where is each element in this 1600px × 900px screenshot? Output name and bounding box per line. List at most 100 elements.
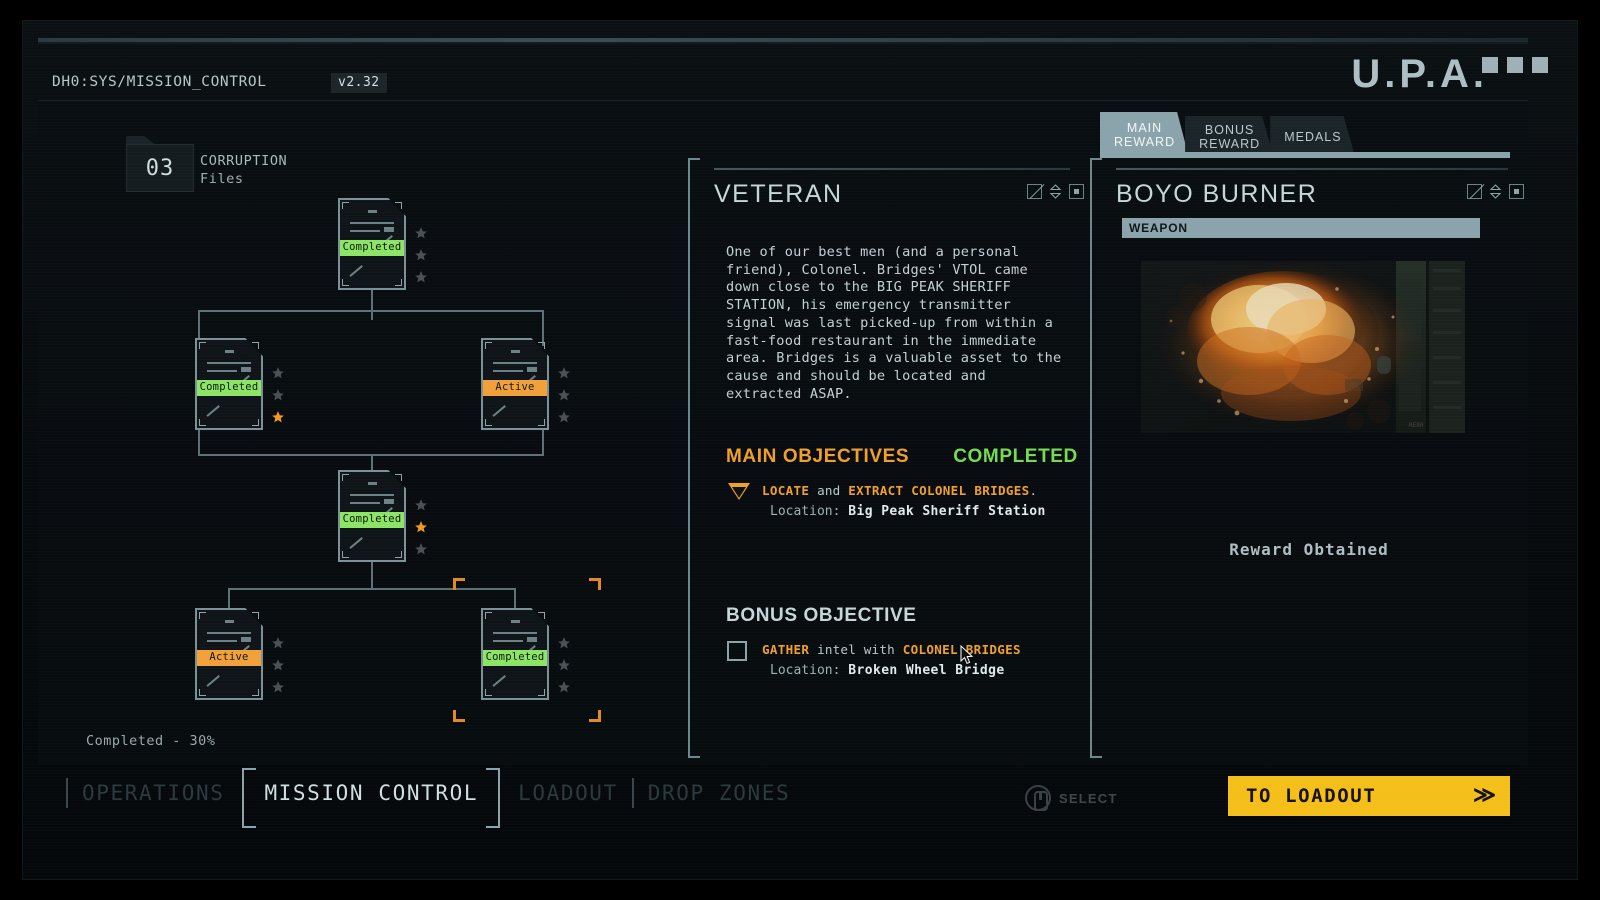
tree-connector [371, 560, 373, 590]
main-objectives-block: MAIN OBJECTIVES COMPLETED LOCATE and EXT… [726, 446, 1086, 519]
reward-category-bar: WEAPON [1122, 218, 1480, 238]
nav-item-mission-control[interactable]: MISSION CONTROL [264, 781, 478, 805]
select-hint-label: SELECT [1059, 790, 1118, 806]
panel-title-rule [714, 168, 1070, 170]
tab-medals-line1: MEDALS [1284, 130, 1342, 144]
objective-marker [726, 640, 752, 662]
mission-detail-panel: VETERAN One of our best men (and a perso… [688, 158, 1088, 758]
panel-window-icons[interactable] [1467, 184, 1524, 199]
version-badge: v2.32 [331, 73, 387, 93]
mission-node-status: Completed [340, 512, 404, 528]
main-objectives-label: MAIN OBJECTIVES [726, 446, 910, 467]
bonus-objective-row: GATHER intel with COLONEL BRIDGES Locati… [726, 640, 1086, 678]
mission-node[interactable]: Active [195, 608, 284, 700]
triangle-down-icon [728, 483, 750, 500]
star-icon [415, 499, 427, 511]
no-image-icon[interactable] [1467, 184, 1482, 199]
reward-preview-image: RE80 [1141, 261, 1465, 433]
star-icon [415, 249, 427, 261]
mission-node-stars [271, 636, 287, 702]
main-objective-row: LOCATE and EXTRACT COLONEL BRIDGES. Loca… [726, 481, 1086, 519]
mission-node-status: Active [483, 380, 547, 396]
to-loadout-label: TO LOADOUT [1246, 785, 1377, 807]
nav-item-operations[interactable]: OPERATIONS [82, 781, 224, 805]
chevron-right-icon: ≫ [1472, 783, 1496, 808]
mission-node-stars [414, 498, 430, 564]
center-dot-icon[interactable] [1509, 184, 1524, 199]
main-objective-location-label: Location: [770, 504, 841, 519]
folder-label-line1: CORRUPTION [200, 153, 288, 169]
bottom-bar: OPERATIONS MISSION CONTROL LOADOUT DROP … [38, 768, 1528, 830]
objective-marker [726, 481, 752, 503]
mission-node-stars [414, 226, 430, 292]
main-objectives-status: COMPLETED [953, 446, 1078, 467]
logo-squares [1482, 57, 1548, 73]
mission-node-status: Completed [197, 380, 261, 396]
main-objective-kw1: LOCATE [762, 483, 810, 498]
folder-count: 03 [145, 155, 175, 181]
tab-bonus-reward-line1: BONUS [1204, 123, 1255, 137]
main-objective-tail: . [1029, 483, 1038, 498]
mission-node-status: Completed [340, 240, 404, 256]
bottom-nav[interactable]: OPERATIONS MISSION CONTROL LOADOUT DROP … [52, 768, 790, 828]
reward-category-label: WEAPON [1129, 221, 1188, 235]
nav-item-drop-zones[interactable]: DROP ZONES [648, 781, 790, 805]
folder-label-line2: Files [200, 171, 244, 187]
mission-node[interactable]: Completed [338, 470, 427, 562]
tree-connector [371, 288, 373, 320]
reward-title: BOYO BURNER [1116, 180, 1318, 208]
star-icon-filled [272, 411, 284, 423]
folder-label: CORRUPTION Files [200, 152, 287, 188]
mission-node[interactable]: Completed [195, 338, 284, 430]
checkbox-unchecked-icon[interactable] [727, 641, 747, 661]
star-icon [272, 681, 284, 693]
corruption-folder-icon: 03 [126, 144, 194, 192]
nav-active-bracket: MISSION CONTROL [242, 768, 500, 828]
main-objective-location-value: Big Peak Sheriff Station [848, 504, 1046, 519]
star-icon [415, 543, 427, 555]
mouse-cursor [960, 644, 974, 665]
mission-briefing: One of our best men (and a personal frie… [726, 244, 1062, 402]
game-screen: DH0:SYS/MISSION_CONTROL v2.32 U.P.A. 03 … [0, 0, 1600, 900]
bonus-objective-mid: intel with [809, 642, 903, 657]
main-objective-kw2: EXTRACT COLONEL BRIDGES [848, 483, 1030, 498]
center-dot-icon[interactable] [1069, 184, 1084, 199]
mission-node-status: Active [197, 650, 261, 666]
main-objective-text: LOCATE and EXTRACT COLONEL BRIDGES. [762, 481, 1046, 499]
bonus-objective-kw1: GATHER [762, 642, 810, 657]
select-hint: SELECT [1025, 778, 1125, 818]
main-objective-content: LOCATE and EXTRACT COLONEL BRIDGES. Loca… [762, 481, 1046, 519]
tree-progress-label: Completed - 30% [86, 733, 216, 749]
reward-tabs[interactable]: MAIN REWARD BONUS REWARD MEDALS [1100, 110, 1520, 158]
star-icon [272, 637, 284, 649]
tree-connector [198, 430, 200, 456]
bonus-objective-location-label: Location: [770, 663, 841, 678]
upa-logo: U.P.A. [1351, 52, 1488, 96]
star-icon [415, 271, 427, 283]
no-image-icon[interactable] [1027, 184, 1042, 199]
star-icon-filled [415, 521, 427, 533]
bonus-objective-block: BONUS OBJECTIVE GATHER intel with COLONE… [726, 605, 1086, 678]
to-loadout-button[interactable]: TO LOADOUT ≫ [1228, 776, 1510, 816]
svg-text:RE80: RE80 [1409, 422, 1424, 429]
mission-node-stars [271, 366, 287, 432]
reward-panel: BOYO BURNER [1090, 158, 1528, 758]
star-icon [272, 659, 284, 671]
star-icon [415, 227, 427, 239]
star-icon [272, 367, 284, 379]
nav-item-loadout[interactable]: LOADOUT [518, 781, 618, 805]
resize-updown-icon[interactable] [1488, 184, 1503, 199]
top-accent-rule [38, 38, 1528, 44]
bonus-objective-text: GATHER intel with COLONEL BRIDGES [762, 640, 1021, 658]
panel-bracket [688, 158, 700, 758]
nav-separator [66, 778, 68, 808]
star-icon [558, 411, 570, 423]
mission-node[interactable]: Active [481, 338, 570, 430]
panel-window-icons[interactable] [1027, 184, 1084, 199]
main-objective-mid: and [809, 483, 849, 498]
main-objectives-header: MAIN OBJECTIVES COMPLETED [726, 446, 1086, 468]
resize-updown-icon[interactable] [1048, 184, 1063, 199]
mission-node[interactable]: Completed [338, 198, 427, 290]
star-icon [272, 389, 284, 401]
tab-main-reward-line2: REWARD [1114, 135, 1176, 149]
